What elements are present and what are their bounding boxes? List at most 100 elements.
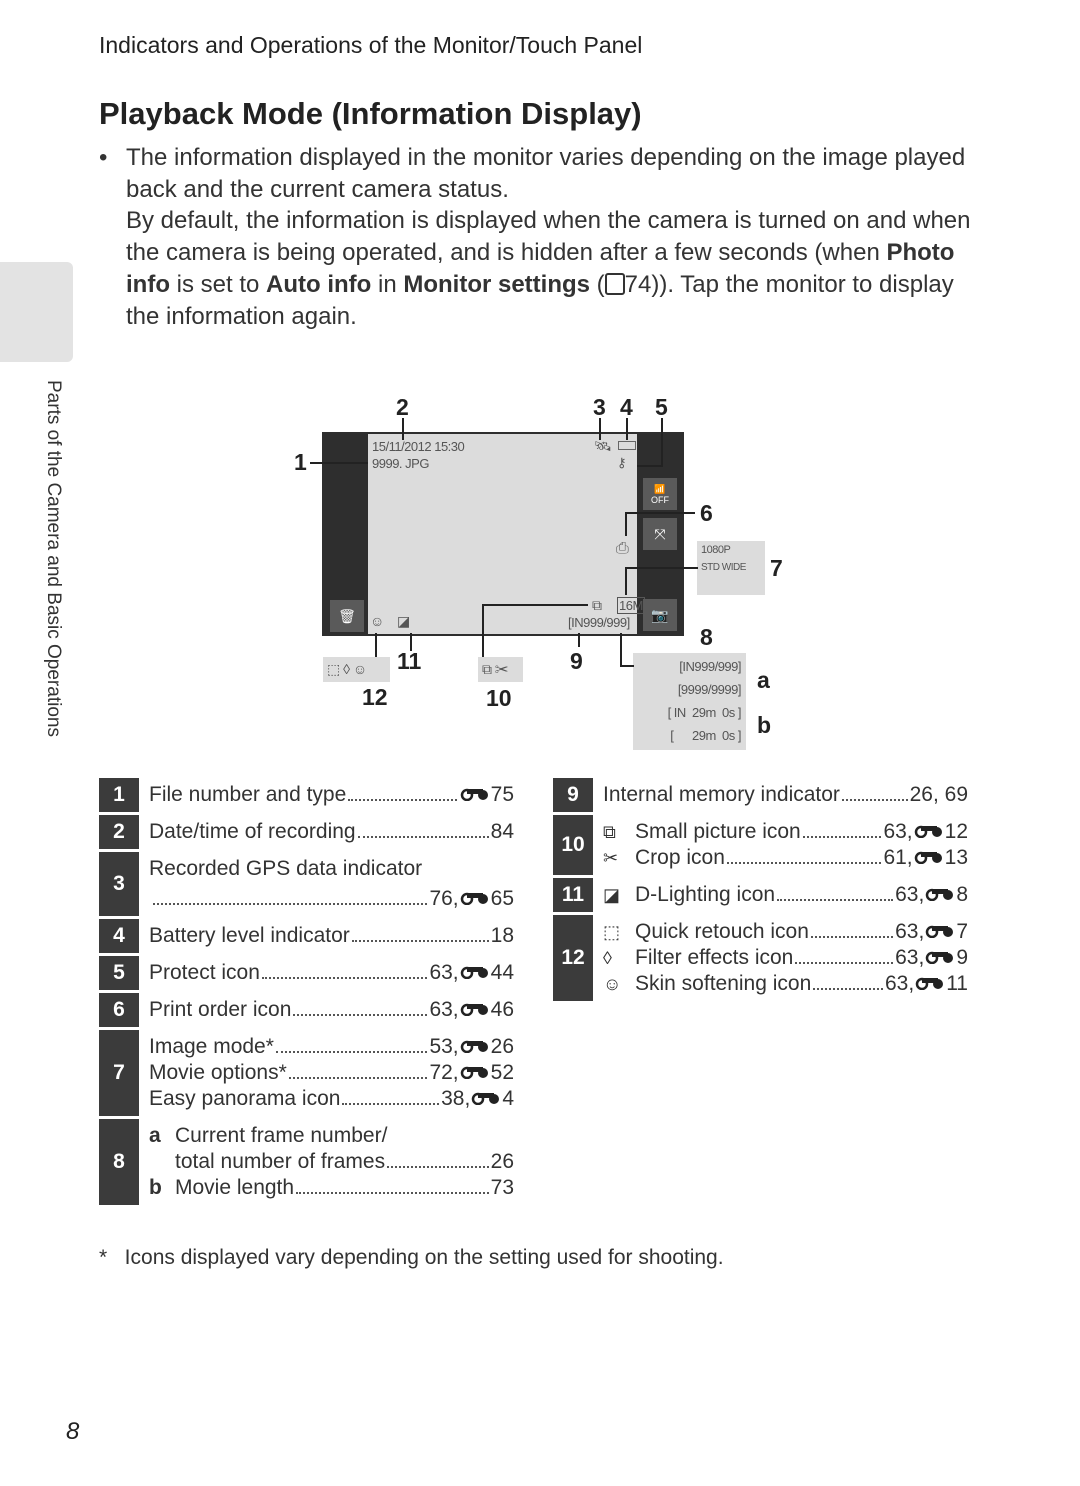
box-12: ⬚ ◊ ☺ <box>323 657 390 682</box>
crop-icon: ✂ <box>603 848 619 868</box>
callout-a: a <box>757 667 770 693</box>
row-entries: Internal memory indicator 26, 69 <box>593 778 968 812</box>
callout-1: 1 <box>294 449 307 475</box>
callout-12: 12 <box>362 684 388 710</box>
ref-page: 26 <box>490 1035 514 1058</box>
row-entries: ⬚ Quick retouch icon 63, 7 ◊ Filter effects … <box>593 915 968 1001</box>
row-number: 7 <box>99 1030 139 1116</box>
leader-line <box>661 418 663 466</box>
row-number: 6 <box>99 993 139 1027</box>
binoculars-ref-icon <box>460 966 488 979</box>
page-refs: 63, <box>895 883 925 906</box>
row-entries: Date/time of recording 84 <box>139 815 514 849</box>
row-entries: Print order icon 63, 46 <box>139 993 514 1027</box>
table-row: 12 ⬚ Quick retouch icon 63, 7 ◊ Filter effect… <box>553 915 968 1001</box>
delete-button[interactable]: 🗑 <box>330 600 364 632</box>
table-row: 7 Image mode* 53, 26 Movie options* 72, 52 Ea… <box>99 1030 514 1116</box>
page-refs: 72, <box>429 1061 459 1084</box>
item-label: Internal memory indicator <box>603 783 840 806</box>
movie-length-internal: [ IN 29m 0s ] <box>667 705 742 720</box>
movie-mode-icon: 1080P <box>701 544 731 556</box>
text: By default, the information is displayed… <box>126 207 971 267</box>
item-label: Easy panorama icon <box>149 1087 341 1110</box>
callout-6: 6 <box>700 500 713 526</box>
item-label: Movie length <box>175 1176 295 1199</box>
share-button[interactable]: ⤧ <box>643 518 677 550</box>
ref-page: 52 <box>490 1061 514 1084</box>
binoculars-ref-icon <box>914 825 942 838</box>
page-refs: 26 <box>490 1150 514 1173</box>
battery-icon <box>618 441 636 450</box>
table-row: 3 Recorded GPS data indicator 76, 65 <box>99 852 514 916</box>
row-number: 1 <box>99 778 139 812</box>
item-letter: a <box>149 1124 161 1147</box>
row-number: 9 <box>553 778 593 812</box>
frame-number-card: [9999/9999] <box>677 682 742 697</box>
row-entries: ⧉ Small picture icon 63, 12 ✂ Crop icon 61, 1… <box>593 815 968 875</box>
std-panorama-icon: STD <box>701 562 720 573</box>
page-refs: 61, <box>883 846 913 869</box>
leader-line <box>599 418 601 440</box>
binoculars-ref-icon <box>460 1066 488 1079</box>
page-refs: 63, <box>429 961 459 984</box>
leader-line <box>625 567 698 569</box>
shooting-mode-button[interactable]: 📷 <box>643 599 677 631</box>
item-label: Date/time of recording <box>149 820 356 843</box>
callout-5: 5 <box>655 394 668 420</box>
item-letter: b <box>149 1176 162 1199</box>
item-label: Image mode* <box>149 1035 274 1058</box>
item-label: Filter effects icon <box>635 946 794 969</box>
section-label: Parts of the Camera and Basic Operations <box>43 380 64 737</box>
text: ( <box>590 270 605 298</box>
book-icon <box>604 272 625 295</box>
camera-icon: 📷 <box>651 606 669 623</box>
date-time: 15/11/2012 15:30 <box>372 439 465 454</box>
dot-leader <box>813 988 883 990</box>
callout-10: 10 <box>486 685 512 711</box>
page-ref: 74 <box>624 270 652 298</box>
filter-effects-icon: ◊ <box>603 948 612 968</box>
row-entries: File number and type 75 <box>139 778 514 812</box>
dot-leader <box>387 1166 489 1168</box>
bold-term: Monitor settings <box>403 270 590 298</box>
skin-softening-icon: ☺ <box>370 613 385 629</box>
row-entries: a Current frame number/total number of fr… <box>139 1119 514 1205</box>
table-row: 9 Internal memory indicator 26, 69 <box>553 778 968 812</box>
dot-leader <box>261 977 428 979</box>
item-label: Movie options* <box>149 1061 287 1084</box>
item-label: Quick retouch icon <box>635 920 809 943</box>
dot-leader <box>841 799 908 801</box>
item-label: Small picture icon <box>635 820 801 843</box>
ref-page: 4 <box>502 1087 514 1110</box>
ref-page: 13 <box>944 846 968 869</box>
d-lighting-icon: ◪ <box>603 885 621 905</box>
leader-line <box>620 665 634 667</box>
row-number: 11 <box>553 878 593 912</box>
paragraph: By default, the information is displayed… <box>99 205 989 332</box>
wifi-button[interactable]: 📶 OFF <box>643 478 677 510</box>
row-number: 2 <box>99 815 139 849</box>
callout-8: 8 <box>700 624 713 650</box>
dot-leader <box>802 836 882 838</box>
dot-leader <box>810 936 894 938</box>
dot-leader <box>777 899 894 901</box>
page-refs: 38, <box>441 1087 471 1110</box>
leader-line <box>375 633 377 657</box>
body-text: The information displayed in the monitor… <box>99 142 989 332</box>
table-row: 8 a Current frame number/total number of f… <box>99 1119 514 1205</box>
running-header: Indicators and Operations of the Monitor… <box>99 32 643 58</box>
left-reference-table: 1 File number and type 75 2 Date/time of rec… <box>99 778 514 1208</box>
row-entries: ◪ D-Lighting icon 63, 8 <box>593 878 968 912</box>
small-picture-icon: ⧉ <box>603 822 616 842</box>
table-row: 5 Protect icon 63, 44 <box>99 956 514 990</box>
d-lighting-icon: ◪ <box>397 613 411 629</box>
leader-line <box>626 418 628 440</box>
binoculars-ref-icon <box>926 951 954 964</box>
row-number: 4 <box>99 919 139 953</box>
text: in <box>371 270 404 298</box>
ref-page: 65 <box>490 887 514 910</box>
right-reference-table: 9 Internal memory indicator 26, 69 10 ⧉ Small… <box>553 778 968 1004</box>
item-label: Crop icon <box>635 846 725 869</box>
footnote: * Icons displayed vary depending on the … <box>99 1246 724 1269</box>
page-title: Playback Mode (Information Display) <box>99 96 642 131</box>
